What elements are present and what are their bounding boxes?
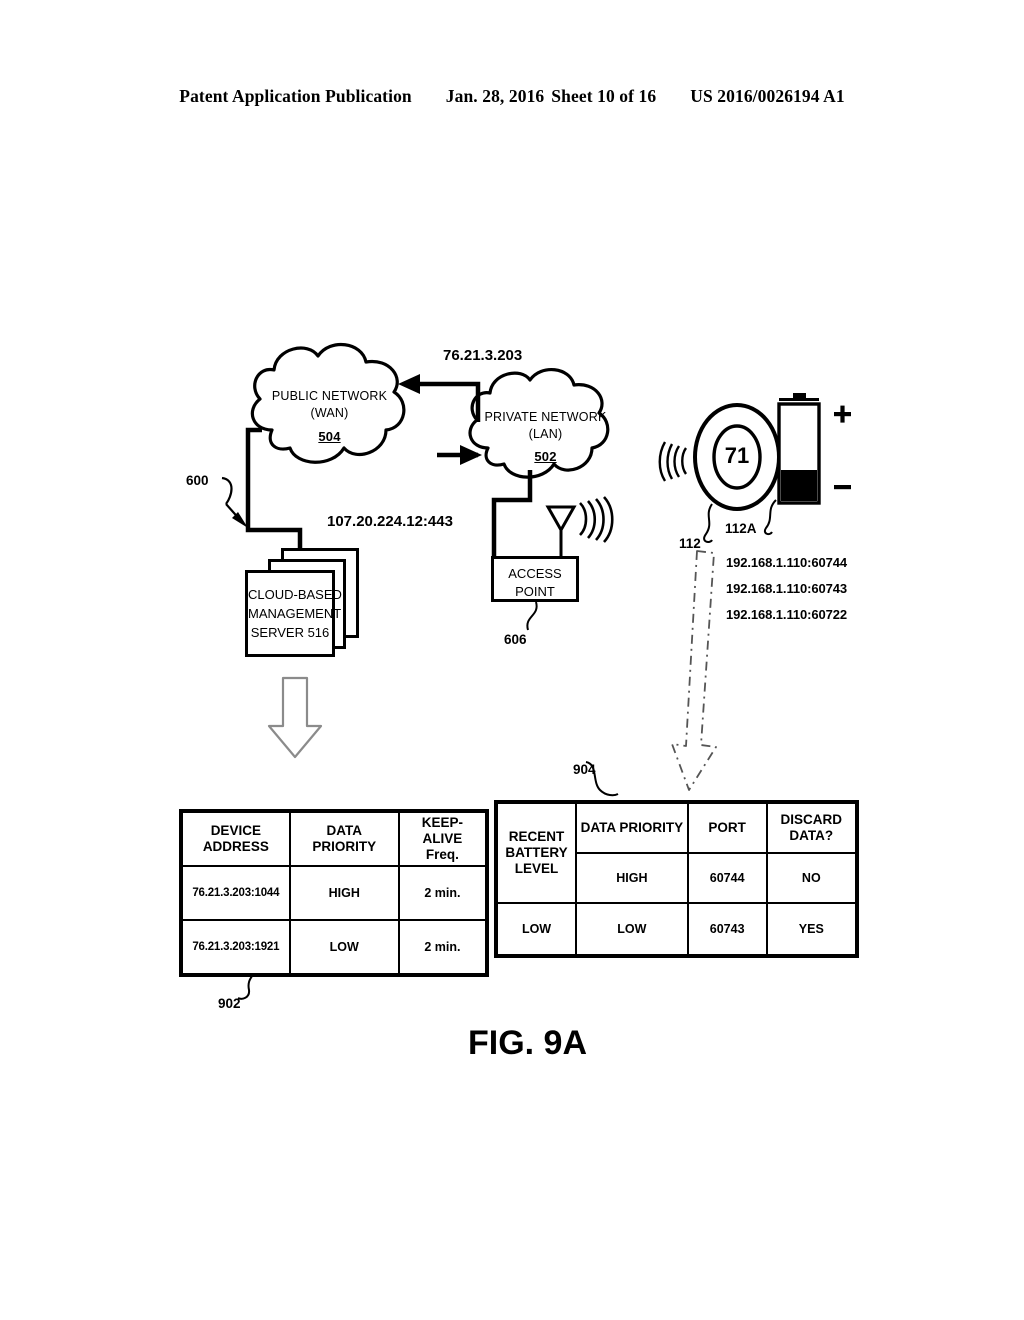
patent-figure-page: Patent Application Publication Jan. 28, … [0, 0, 1024, 1320]
public-network-ref: 504 [318, 429, 341, 444]
sensor-address-0: 192.168.1.110:60744 [726, 555, 847, 570]
right-r0-c3: NO [765, 852, 859, 904]
sensor-address-1: 192.168.1.110:60743 [726, 581, 847, 596]
sensor-to-table-arrow [671, 550, 717, 791]
right-header-data-priority: DATA PRIORITY [575, 801, 689, 854]
access-point-box: ACCESS POINT [491, 556, 579, 602]
access-point-ref-leader [526, 601, 538, 631]
left-header-data-priority: DATA PRIORITY [288, 810, 400, 867]
server-line2: MANAGEMENT [248, 606, 342, 621]
server-line1: CLOUD-BASED [248, 587, 342, 602]
server-line3: SERVER 516 [250, 625, 330, 640]
sensor-address-2: 192.168.1.110:60722 [726, 607, 847, 622]
right-r0-c2: 60744 [686, 852, 768, 904]
device-address-table: DEVICE ADDRESS DATA PRIORITY KEEP-ALIVE … [179, 809, 489, 977]
sensor-value: 71 [724, 443, 750, 468]
right-header-discard-data: DISCARD DATA? [765, 801, 859, 854]
battery-ref-label: 112A [725, 521, 757, 536]
battery-ref-leader [763, 499, 777, 536]
sensor-wave-icon [658, 441, 688, 482]
sensor-ref-label: 112 [679, 536, 701, 551]
left-header-keep-alive: KEEP-ALIVE Freq. [397, 810, 489, 867]
access-point-line2: POINT [515, 584, 555, 599]
diagram-connectors [221, 342, 851, 1000]
wan-to-lan-arrow [437, 445, 482, 465]
sensor-ref-leader [703, 503, 713, 543]
figure-caption: FIG. 9A [468, 1024, 588, 1062]
left-header-device-address: DEVICE ADDRESS [180, 810, 291, 867]
server-to-table-arrow [267, 676, 323, 759]
public-network-label: PUBLIC NETWORK (WAN) 504 [262, 388, 397, 445]
private-network-ref: 502 [534, 449, 557, 464]
right-header-port: PORT [686, 801, 768, 854]
left-r1-c2: 2 min. [397, 919, 489, 976]
left-table-ref-label: 902 [218, 996, 241, 1011]
table-row: 76.21.3.203:1044 HIGH 2 min. [180, 865, 489, 921]
right-table-ref-label: 904 [573, 762, 596, 777]
left-r1-c0: 76.21.3.203:1921 [180, 919, 291, 976]
table-row: LOW LOW 60743 YES [494, 902, 859, 957]
battery-icon [777, 393, 851, 505]
server-link-address-label: 107.20.224.12:443 [327, 513, 453, 530]
table-row: 76.21.3.203:1921 LOW 2 min. [180, 919, 489, 976]
left-r1-c1: LOW [288, 919, 400, 976]
access-point-antenna [545, 496, 614, 556]
public-network-line1: PUBLIC NETWORK [271, 389, 388, 403]
private-network-label: PRIVATE NETWORK (LAN) 502 [478, 409, 613, 465]
system-ref-label: 600 [186, 473, 209, 488]
right-r1-c2: 60743 [686, 902, 768, 957]
system-ref-leader [221, 476, 248, 528]
server-stack-front: CLOUD-BASED MANAGEMENT SERVER 516 [245, 570, 342, 657]
access-point-ref-label: 606 [504, 632, 527, 647]
left-r0-c2: 2 min. [397, 865, 489, 921]
table-row: RECENT BATTERY LEVEL DATA PRIORITY PORT … [494, 801, 859, 904]
public-network-line2: (WAN) [310, 406, 349, 420]
wan-link-address-label: 76.21.3.203 [443, 347, 523, 364]
battery-priority-table: RECENT BATTERY LEVEL DATA PRIORITY PORT … [494, 800, 859, 958]
right-r1-c3: YES [765, 902, 859, 957]
right-header-recent-battery-level: RECENT BATTERY LEVEL [494, 801, 578, 904]
left-r0-c1: HIGH [288, 865, 400, 921]
right-r0-c1: HIGH [575, 852, 689, 904]
lan-to-wan-arrow [398, 374, 481, 422]
private-network-line1: PRIVATE NETWORK [484, 410, 607, 424]
right-r1-c0: LOW [494, 902, 578, 957]
right-r1-c1: LOW [575, 902, 689, 957]
left-r0-c0: 76.21.3.203:1044 [180, 865, 291, 921]
table-row: DEVICE ADDRESS DATA PRIORITY KEEP-ALIVE … [180, 810, 489, 867]
access-point-line1: ACCESS [508, 566, 562, 581]
private-network-line2: (LAN) [528, 427, 563, 441]
